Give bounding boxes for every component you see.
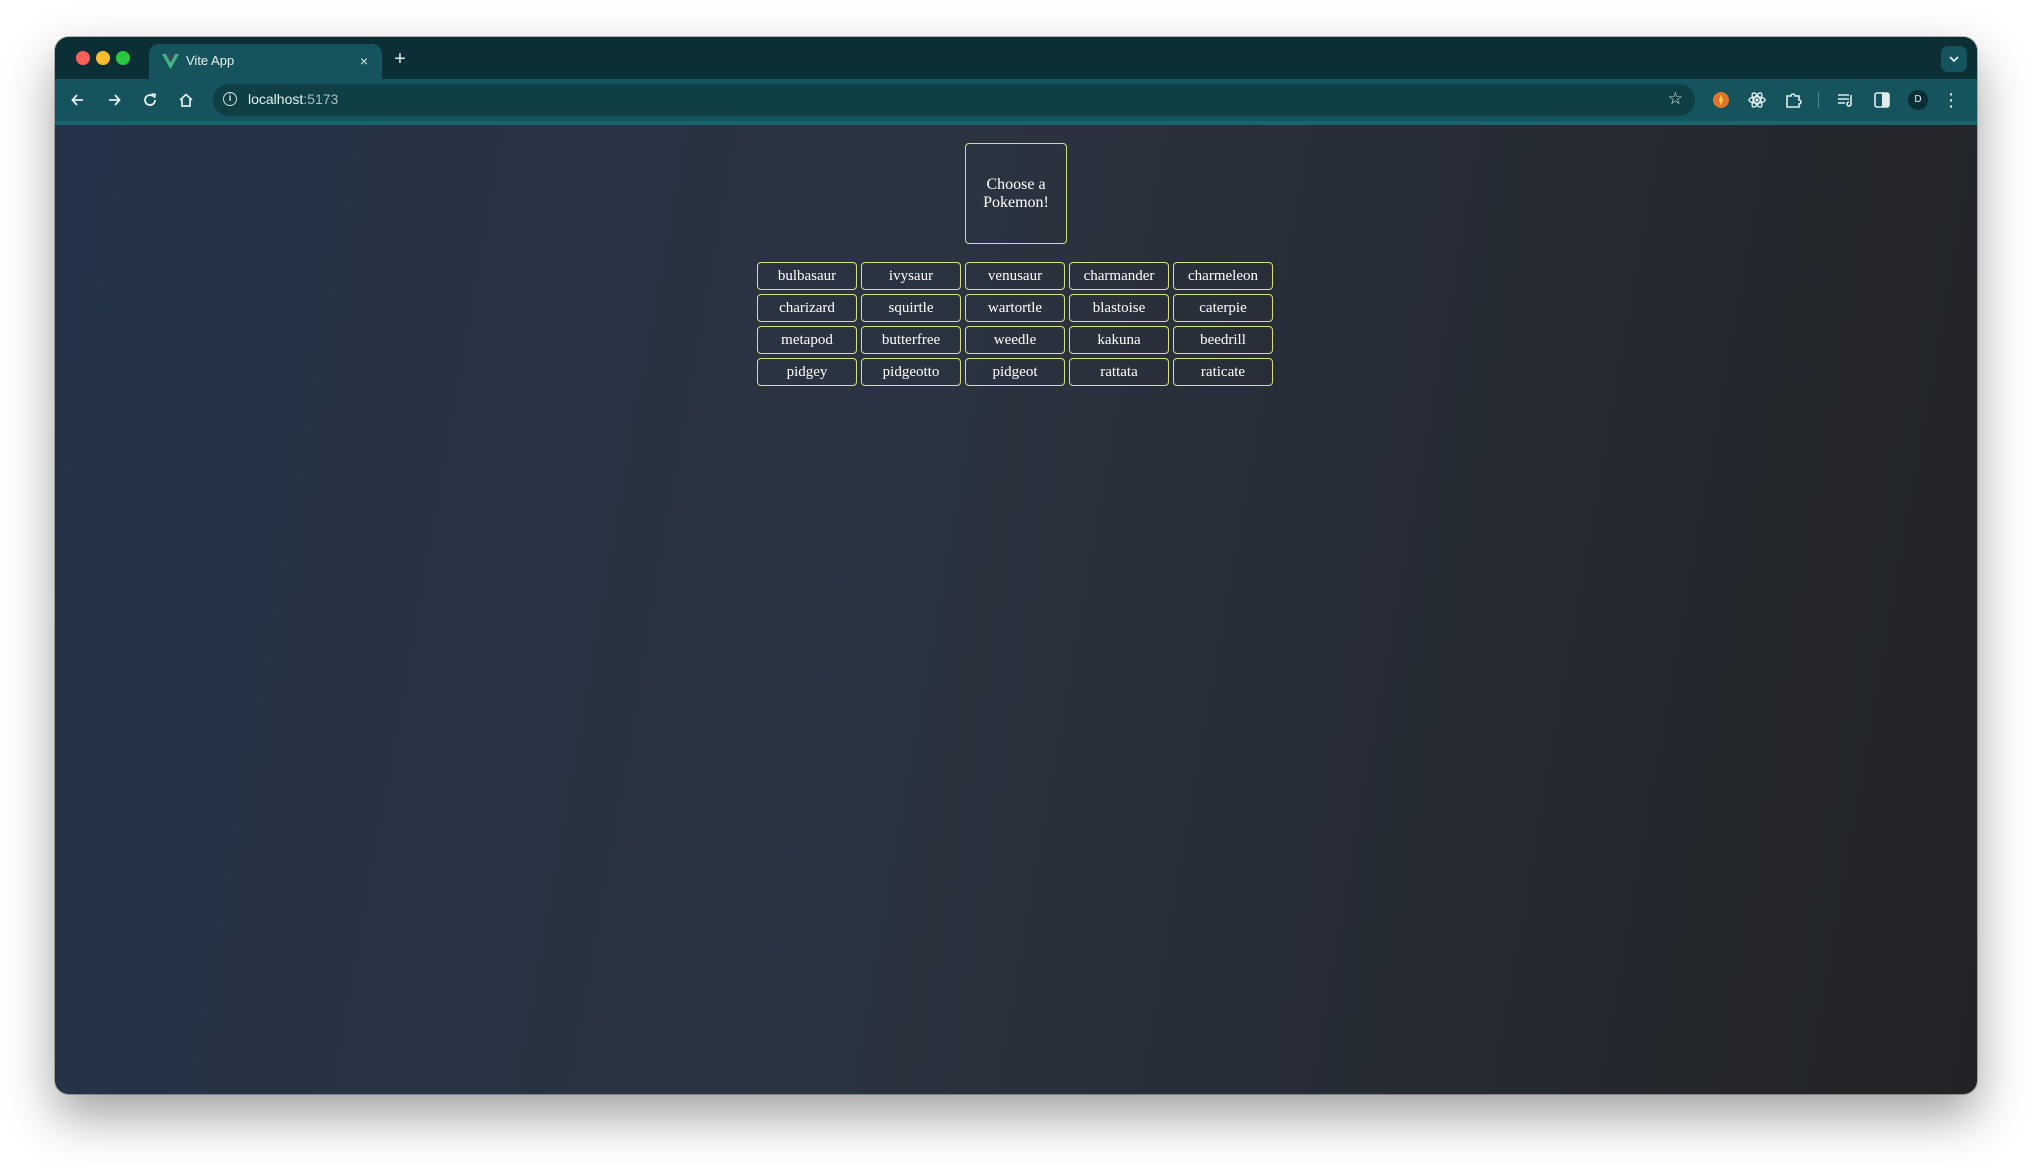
tab-search-button[interactable] <box>1941 46 1967 72</box>
tab-vite-app[interactable]: Vite App × <box>149 44 382 79</box>
pokemon-button[interactable]: wartortle <box>965 294 1065 322</box>
chevron-down-icon <box>1949 56 1959 63</box>
tab-title: Vite App <box>186 53 235 68</box>
tab-close-icon[interactable]: × <box>354 51 374 71</box>
media-icon[interactable] <box>1834 88 1858 112</box>
bookmark-star-icon[interactable]: ☆ <box>1668 89 1683 109</box>
forward-button[interactable] <box>101 87 127 113</box>
new-tab-button[interactable]: + <box>388 47 412 71</box>
extension-icon[interactable] <box>1709 88 1733 112</box>
pokemon-button[interactable]: ivysaur <box>861 262 961 290</box>
react-devtools-icon[interactable] <box>1745 88 1769 112</box>
pokemon-button[interactable]: bulbasaur <box>757 262 857 290</box>
tab-strip: Vite App × + <box>55 37 1977 79</box>
home-button[interactable] <box>173 87 199 113</box>
pokemon-button[interactable]: venusaur <box>965 262 1065 290</box>
back-button[interactable] <box>65 87 91 113</box>
pokemon-button[interactable]: blastoise <box>1069 294 1169 322</box>
pokemon-button[interactable]: butterfree <box>861 326 961 354</box>
pokemon-button[interactable]: metapod <box>757 326 857 354</box>
address-bar[interactable]: i localhost:5173 ☆ <box>213 84 1695 116</box>
pokemon-button[interactable]: charmeleon <box>1173 262 1273 290</box>
side-panel-icon[interactable] <box>1870 88 1894 112</box>
vue-logo-icon <box>161 53 180 70</box>
page-viewport: Choose a Pokemon! bulbasaur ivysaur venusa… <box>55 125 1977 1094</box>
pokemon-grid: bulbasaur ivysaur venusaur charmander charme… <box>757 262 1275 386</box>
forward-arrow-icon <box>109 94 121 106</box>
pokemon-button[interactable]: charizard <box>757 294 857 322</box>
close-window-button[interactable] <box>76 51 90 65</box>
pokemon-button[interactable]: raticate <box>1173 358 1273 386</box>
pokemon-button[interactable]: kakuna <box>1069 326 1169 354</box>
menu-icon[interactable]: ⋮ <box>1941 87 1961 113</box>
browser-window: Vite App × + i localhost:5173 ☆ D ⋮ Choo… <box>55 37 1977 1094</box>
pokemon-button[interactable]: caterpie <box>1173 294 1273 322</box>
pokemon-button[interactable]: pidgeot <box>965 358 1065 386</box>
pokemon-button[interactable]: squirtle <box>861 294 961 322</box>
profile-avatar[interactable]: D <box>1908 90 1928 110</box>
zoom-window-button[interactable] <box>116 51 130 65</box>
url-text[interactable]: localhost:5173 <box>248 91 338 107</box>
choose-pokemon-heading: Choose a Pokemon! <box>965 143 1067 244</box>
pokemon-button[interactable]: pidgeotto <box>861 358 961 386</box>
puzzle-icon[interactable] <box>1782 88 1806 112</box>
minimize-window-button[interactable] <box>96 51 110 65</box>
pokemon-button[interactable]: charmander <box>1069 262 1169 290</box>
home-icon <box>179 93 193 107</box>
reload-icon <box>144 93 157 106</box>
pokemon-button[interactable]: pidgey <box>757 358 857 386</box>
back-arrow-icon <box>71 94 83 106</box>
pokemon-button[interactable]: beedrill <box>1173 326 1273 354</box>
browser-toolbar: i localhost:5173 ☆ D ⋮ <box>55 79 1977 125</box>
reload-button[interactable] <box>137 87 163 113</box>
pokemon-button[interactable]: weedle <box>965 326 1065 354</box>
pokemon-button[interactable]: rattata <box>1069 358 1169 386</box>
site-info-icon[interactable]: i <box>223 92 237 106</box>
